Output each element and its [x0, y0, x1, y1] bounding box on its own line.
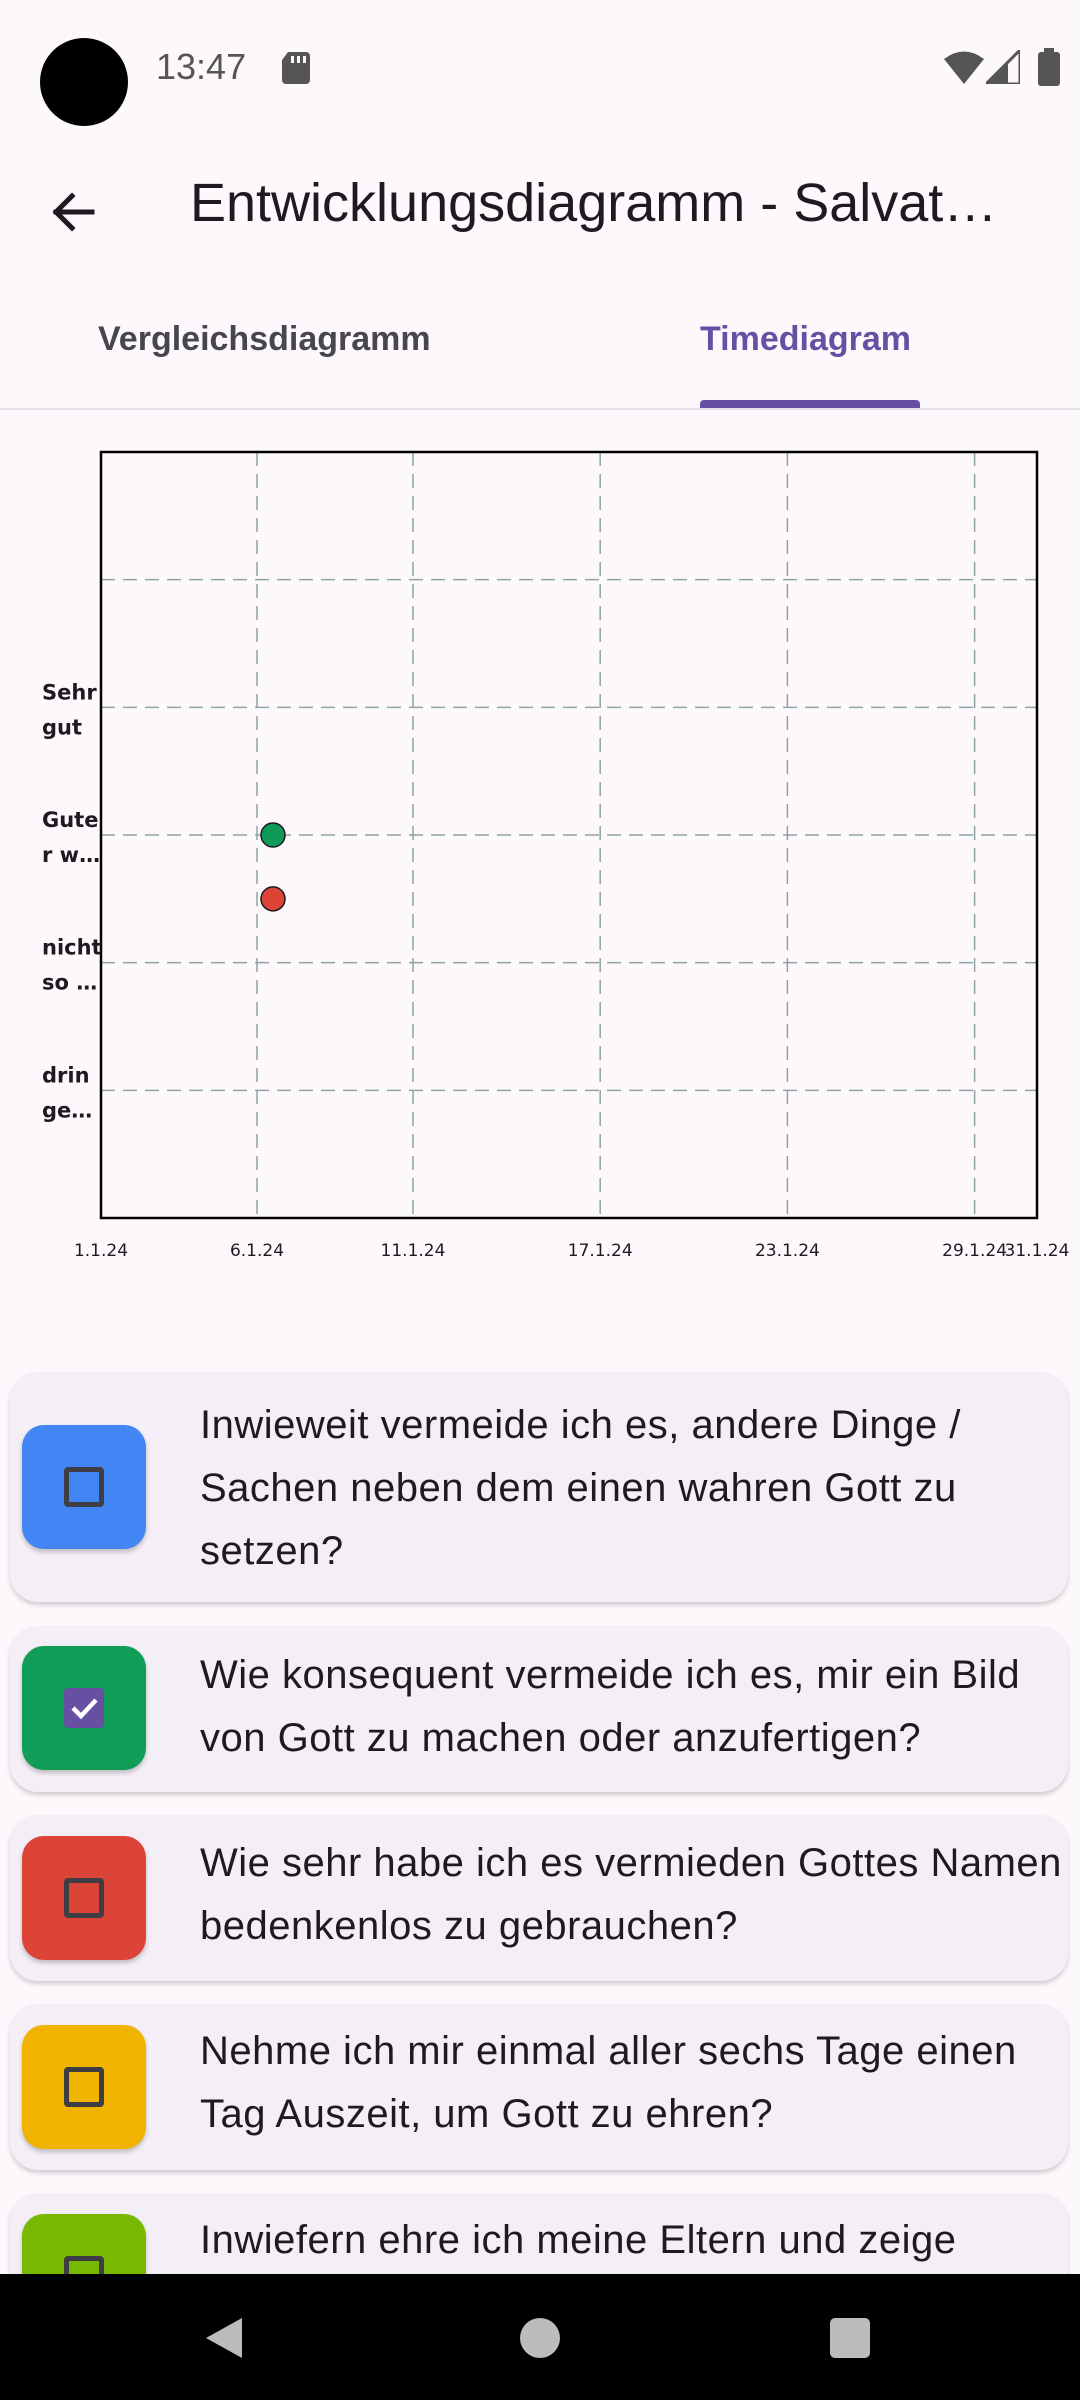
question-text-1: Inwieweit vermeide ich es, andere Dinge … — [200, 1403, 961, 1573]
question-card-3[interactable]: Wie sehr habe ich es vermieden Gottes Na… — [10, 1815, 1068, 1981]
x-tick-label-1: 6.1.24 — [230, 1241, 284, 1261]
cell-signal-icon — [986, 50, 1020, 84]
y-tick-label-0: Sehr gut — [42, 680, 97, 739]
x-tick-label-5: 29.1.24 — [942, 1241, 1007, 1261]
data-point-0-0 — [260, 822, 286, 848]
question-checkbox-2[interactable] — [64, 1688, 104, 1728]
wifi-icon — [944, 51, 984, 84]
data-point-1-0 — [260, 886, 286, 912]
page-title: Entwicklungsdiagramm - Salvat… — [190, 173, 998, 233]
sd-card-icon — [282, 52, 310, 84]
y-tick-label-1: Gute r w… — [42, 808, 100, 867]
back-button[interactable] — [36, 176, 108, 248]
question-checkbox-1[interactable] — [64, 1467, 104, 1507]
question-text-3: Wie sehr habe ich es vermieden Gottes Na… — [200, 1841, 1062, 1948]
y-tick-label-2: nicht so … — [42, 936, 102, 995]
x-tick-label-0: 1.1.24 — [74, 1241, 128, 1261]
battery-icon — [1038, 48, 1060, 86]
question-text-4: Nehme ich mir einmal aller sechs Tage ei… — [200, 2029, 1017, 2136]
arrow-left-icon — [52, 192, 95, 232]
nav-home-icon[interactable] — [520, 2318, 560, 2358]
camera-cutout — [40, 38, 128, 126]
question-card-2[interactable]: Wie konsequent vermeide ich es, mir ein … — [10, 1626, 1068, 1792]
tab-vergleichsdiagramm[interactable]: Vergleichsdiagramm — [98, 320, 431, 359]
nav-recents-icon[interactable] — [830, 2318, 870, 2358]
question-color-box-4[interactable] — [22, 2025, 146, 2149]
question-color-box-2[interactable] — [22, 1646, 146, 1770]
question-color-box-1[interactable] — [22, 1425, 146, 1549]
status-time: 13:47 — [156, 46, 247, 87]
tab-timediagram[interactable]: Timediagram — [700, 320, 911, 359]
question-checkbox-3[interactable] — [64, 1878, 104, 1918]
status-bar: 13:47 — [0, 0, 1080, 140]
x-tick-label-2: 11.1.24 — [381, 1241, 446, 1261]
question-card-4[interactable]: Nehme ich mir einmal aller sechs Tage ei… — [10, 2004, 1068, 2170]
checkmark-icon — [71, 1698, 98, 1720]
y-tick-label-3: drin ge… — [42, 1063, 92, 1122]
tab-indicator — [700, 400, 920, 408]
x-tick-label-4: 23.1.24 — [755, 1241, 820, 1261]
nav-back-icon[interactable] — [202, 2316, 246, 2360]
app-bar: Entwicklungsdiagramm - Salvat… — [0, 150, 1080, 270]
tab-bar: Vergleichsdiagramm Timediagram — [0, 300, 1080, 410]
question-text-5: Inwiefern ehre ich meine Eltern und zeig… — [200, 2218, 957, 2262]
x-tick-label-3: 17.1.24 — [568, 1241, 633, 1261]
question-color-box-3[interactable] — [22, 1836, 146, 1960]
time-chart: 1.1.24 6.1.24 11.1.24 17.1.24 23.1.24 29.1.24… — [0, 430, 1080, 1290]
question-card-1[interactable]: Inwieweit vermeide ich es, andere Dinge … — [10, 1372, 1068, 1602]
question-checkbox-4[interactable] — [64, 2067, 104, 2107]
chart-svg: 1.1.24 6.1.24 11.1.24 17.1.24 23.1.24 29.1.24… — [42, 450, 1070, 1261]
system-nav-bar — [0, 2274, 1080, 2400]
question-text-2: Wie konsequent vermeide ich es, mir ein … — [200, 1653, 1021, 1760]
x-tick-label-6: 31.1.24 — [1005, 1241, 1070, 1261]
